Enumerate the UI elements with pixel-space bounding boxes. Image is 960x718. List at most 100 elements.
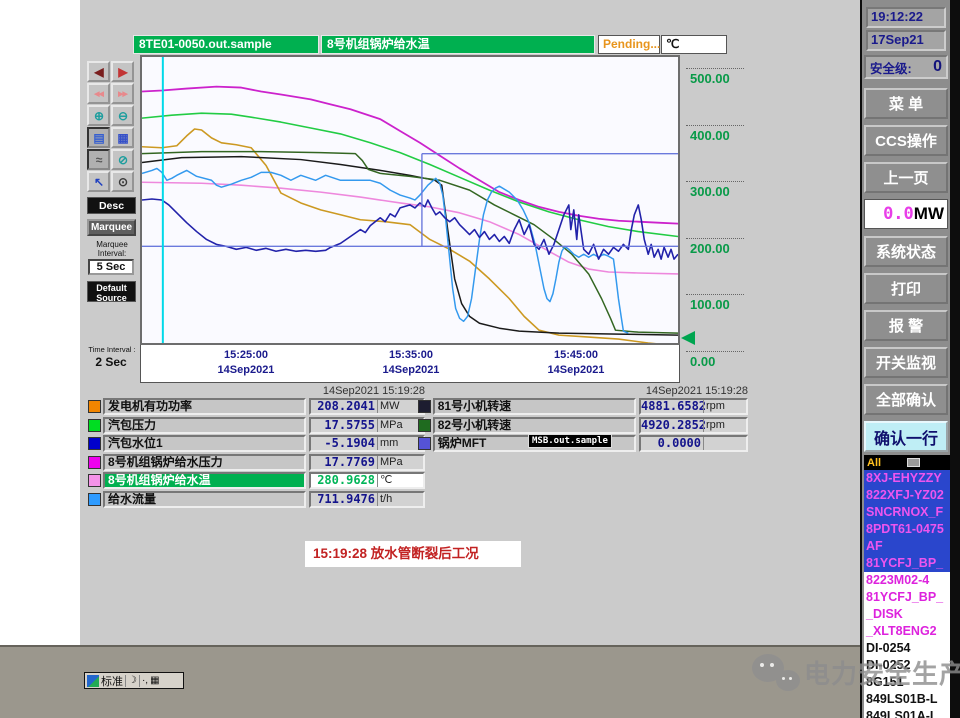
pen-color-swatch xyxy=(88,455,101,469)
pointer-icon[interactable]: ↖ xyxy=(87,171,110,192)
ime-toolbar[interactable]: 标准 ☽ ·, ▦ xyxy=(84,672,184,689)
trend-plot-area[interactable] xyxy=(140,55,680,345)
y-tick-line xyxy=(686,294,744,295)
point-tooltip: MSB.out.sample xyxy=(528,434,612,448)
alarm-item[interactable]: _XLT8ENG2 xyxy=(864,623,950,640)
alarm-item[interactable]: 8XJ-EHYZZY xyxy=(864,470,950,487)
status-pending-field: Pending... xyxy=(598,35,660,54)
ime-keyboard-icon[interactable]: ▦ xyxy=(150,675,159,686)
legend-row[interactable]: 81号小机转速 4881.6582 rpm xyxy=(418,398,748,415)
disable-icon[interactable]: ⊘ xyxy=(111,149,134,170)
marquee-button[interactable]: Marquee xyxy=(87,219,136,236)
legend-row[interactable]: 8号机组锅炉给水温 280.9628 ℃ xyxy=(88,472,433,489)
pen-name[interactable]: 82号小机转速 xyxy=(432,416,636,434)
legend-row[interactable]: 汽包水位1 -5.1904 mm xyxy=(88,435,433,452)
pen-value: -5.1904 xyxy=(324,436,375,450)
legend-row[interactable]: 82号小机转速 4920.2852 rpm xyxy=(418,416,748,434)
pen-unit: MW xyxy=(377,400,423,413)
watermark: 电力安全生产 xyxy=(748,648,960,696)
sidebar-button[interactable]: 上一页 xyxy=(864,162,948,193)
legend-row[interactable]: 汽包压力 17.5755 MPa xyxy=(88,416,433,434)
sidebar-button[interactable]: 报 警 xyxy=(864,310,948,341)
legend-table-left: 发电机有功功率 208.2041 MW 汽包压力 17.5755 MPa 汽包水位1 -5.1… xyxy=(88,398,433,509)
y-tick-line xyxy=(686,238,744,239)
fast-back-icon[interactable]: ◀◀ xyxy=(87,83,110,104)
trend-curves xyxy=(142,57,678,343)
pen-name[interactable]: 汽包水位1 xyxy=(103,435,306,452)
pen-color-swatch xyxy=(88,418,101,432)
alarm-window-icon[interactable] xyxy=(907,458,921,467)
pen-name[interactable]: 给水流量 xyxy=(103,490,306,508)
pen-unit xyxy=(703,437,746,450)
pen-unit: t/h xyxy=(377,492,423,506)
alarm-item[interactable]: 81YCFJ_BP_ xyxy=(864,555,950,572)
pen-color-swatch xyxy=(418,437,431,450)
legend-row[interactable]: 发电机有功功率 208.2041 MW xyxy=(88,398,433,415)
trend-chart: 500.00 400.00 300.00 200.00 100.00 0.00 15:25… xyxy=(140,55,756,390)
pen-unit: ℃ xyxy=(377,474,423,487)
legend-left-timestamp: 14Sep2021 15:19:28 xyxy=(322,385,425,397)
sidebar-button[interactable]: 打印 xyxy=(864,273,948,304)
alarm-item[interactable]: 849LS01A-L xyxy=(864,708,950,718)
marquee-interval-value[interactable]: 5 Sec xyxy=(88,259,134,275)
step-back-icon[interactable]: ◀ xyxy=(87,61,110,82)
acknowledge-one-line-button[interactable]: 确认一行 xyxy=(864,421,948,452)
event-message: 15:19:28 放水管断裂后工况 xyxy=(305,541,521,567)
y-axis-labels: 500.00 400.00 300.00 200.00 100.00 0.00 xyxy=(684,55,754,375)
legend-right-timestamp: 14Sep2021 15:19:28 xyxy=(645,385,748,397)
point-description-field[interactable]: 8号机组锅炉给水温 xyxy=(321,35,595,54)
pen-value: 17.5755 xyxy=(324,417,375,432)
series-feedwater-pressure xyxy=(142,85,678,225)
pen-color-swatch xyxy=(418,400,431,413)
marquee-interval-label: Marquee Interval: xyxy=(96,240,128,258)
sidebar-button[interactable]: 系统状态 xyxy=(864,236,948,267)
time-interval-label: Time Interval : xyxy=(88,345,136,354)
y-tick-line xyxy=(686,68,744,69)
sidebar-button[interactable]: 开关监视 xyxy=(864,347,948,378)
y-tick-line xyxy=(686,351,744,352)
y-tick-label: 100.00 xyxy=(690,297,730,312)
alarm-item[interactable]: 8PDT61-0475 xyxy=(864,521,950,538)
trend-toolbar: ◀ ▶ ◀◀ ▶▶ ⊕ ⊖ ▤ ▦ ≈ ⊘ ↖ ⊙ xyxy=(87,61,136,192)
zoom-in-icon[interactable]: ⊕ xyxy=(87,105,110,126)
alarm-item[interactable]: 81YCFJ_BP_ xyxy=(864,589,950,606)
time-interval-value[interactable]: 2 Sec xyxy=(88,355,134,369)
y-tick-label: 0.00 xyxy=(690,354,716,369)
legend-row[interactable]: 给水流量 711.9476 t/h xyxy=(88,490,433,508)
ime-mode-label: 标准 xyxy=(101,675,123,688)
pen-name[interactable]: 汽包压力 xyxy=(103,416,306,434)
alarm-item[interactable]: _DISK xyxy=(864,606,950,623)
pen-name[interactable]: 81号小机转速 xyxy=(432,398,636,415)
ime-punct-icon[interactable]: ·, xyxy=(142,675,148,686)
alarm-item[interactable]: SNCRNOX_F xyxy=(864,504,950,521)
pen-value: 4920.2852 xyxy=(641,417,707,432)
alarm-filter-all[interactable]: All xyxy=(867,457,881,469)
y-tick-line xyxy=(686,125,744,126)
legend-row[interactable]: 8号机组锅炉给水压力 17.7769 MPa xyxy=(88,453,433,471)
sidebar-button[interactable]: 菜 单 xyxy=(864,88,948,119)
desc-button[interactable]: Desc xyxy=(87,197,136,214)
point-tag-field[interactable]: 8TE01-0050.out.sample xyxy=(133,35,319,54)
ime-halfmoon-icon[interactable]: ☽ xyxy=(128,675,137,686)
pen-value: 4881.6582 xyxy=(641,399,707,413)
trend-pen-icon[interactable]: ≈ xyxy=(87,149,110,170)
alarm-item[interactable]: AF xyxy=(864,538,950,555)
alarm-item[interactable]: 8223M02-4 xyxy=(864,572,950,589)
sidebar: 19:12:22 17Sep21 安全级: 0 菜 单 CCS操作 上一页 系统状态打… xyxy=(860,0,960,718)
clock-time: 19:12:22 xyxy=(866,7,946,28)
grid-icon[interactable]: ▦ xyxy=(111,127,134,148)
step-forward-icon[interactable]: ▶ xyxy=(111,61,134,82)
pointer-alt-icon[interactable]: ⊙ xyxy=(111,171,134,192)
pen-name[interactable]: 8号机组锅炉给水压力 xyxy=(103,453,306,471)
sidebar-button[interactable]: 全部确认 xyxy=(864,384,948,415)
zoom-out-icon[interactable]: ⊖ xyxy=(111,105,134,126)
alarm-item[interactable]: 822XFJ-YZ02 xyxy=(864,487,950,504)
ime-divider xyxy=(138,674,140,687)
pen-name[interactable]: 8号机组锅炉给水温 xyxy=(103,472,306,489)
sidebar-button[interactable]: CCS操作 xyxy=(864,125,948,156)
window-list-icon[interactable]: ▤ xyxy=(87,127,110,148)
fast-forward-icon[interactable]: ▶▶ xyxy=(111,83,134,104)
series-feedwater-temp xyxy=(142,181,678,275)
default-source-button[interactable]: Default Source xyxy=(87,281,136,303)
pen-name[interactable]: 发电机有功功率 xyxy=(103,398,306,415)
